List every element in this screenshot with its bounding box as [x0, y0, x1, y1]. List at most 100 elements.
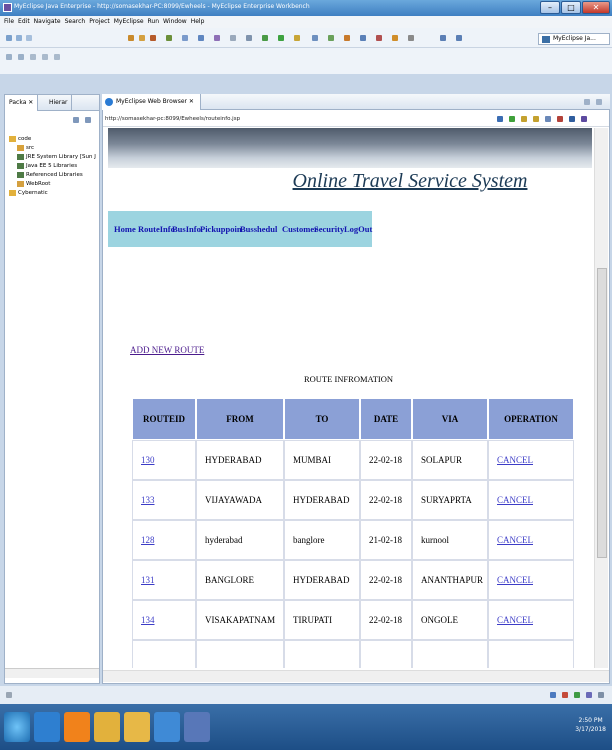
cancel-link[interactable]: CANCEL: [497, 615, 533, 625]
route-id-link[interactable]: 128: [141, 535, 155, 545]
route-id-link[interactable]: 134: [141, 615, 155, 625]
cancel-link[interactable]: CANCEL: [497, 455, 533, 465]
page-horizontal-scrollbar[interactable]: [103, 670, 609, 682]
browser-forward-icon[interactable]: [533, 116, 539, 122]
tree-node[interactable]: Java EE 5 Libraries: [5, 162, 99, 171]
tree-node[interactable]: src: [5, 144, 99, 153]
database-icon[interactable]: [214, 35, 220, 41]
status-tool-icon[interactable]: [550, 692, 556, 698]
menu-navigate[interactable]: Navigate: [34, 18, 61, 25]
cancel-link[interactable]: CANCEL: [497, 495, 533, 505]
new-class-icon[interactable]: [312, 35, 318, 41]
annotate-icon[interactable]: [392, 35, 398, 41]
next-annotation-icon[interactable]: [6, 54, 12, 60]
nav-pickuppoint[interactable]: Pickuppoin: [200, 224, 242, 234]
nav-busschedule[interactable]: Busshedul: [240, 224, 277, 234]
stop-icon[interactable]: [376, 35, 382, 41]
go-icon[interactable]: [509, 116, 515, 122]
perspective-switcher[interactable]: MyEclipse Ja...: [538, 33, 610, 45]
print-icon[interactable]: [26, 35, 32, 41]
status-progress-icon[interactable]: [598, 692, 604, 698]
stop-loading-icon[interactable]: [557, 116, 563, 122]
nav-forward-icon[interactable]: [54, 54, 60, 60]
cancel-link[interactable]: CANCEL: [497, 575, 533, 585]
start-button-icon[interactable]: [4, 712, 30, 742]
tree-node[interactable]: JRE System Library [Sun J: [5, 153, 99, 162]
nav-back-icon[interactable]: [42, 54, 48, 60]
menu-project[interactable]: Project: [89, 18, 110, 25]
build-icon[interactable]: [150, 35, 156, 41]
close-button[interactable]: ✕: [582, 1, 610, 14]
tree-node[interactable]: Cybernatic: [5, 189, 99, 198]
tab-web-browser[interactable]: MyEclipse Web Browser ✕: [102, 94, 201, 110]
refresh-icon[interactable]: [545, 116, 551, 122]
menu-myeclipse[interactable]: MyEclipse: [114, 18, 144, 25]
nav-routeinfo[interactable]: RouteInfo: [138, 224, 175, 234]
tree-node[interactable]: code: [5, 135, 99, 144]
menu-search[interactable]: Search: [65, 18, 86, 25]
system-clock[interactable]: 2:50 PM 3/17/2018: [575, 716, 606, 734]
new-icon[interactable]: [6, 35, 12, 41]
back-icon[interactable]: [456, 35, 462, 41]
browser-icon[interactable]: [198, 35, 204, 41]
status-mail-icon[interactable]: [586, 692, 592, 698]
external-tools-icon[interactable]: [294, 35, 300, 41]
collapse-all-icon[interactable]: [73, 117, 79, 123]
last-edit-icon[interactable]: [30, 54, 36, 60]
nav-logout[interactable]: LogOut: [344, 224, 372, 234]
pin-icon[interactable]: [408, 35, 414, 41]
media-icon[interactable]: [64, 712, 90, 742]
open-perspective-icon[interactable]: [360, 35, 366, 41]
server-icon[interactable]: [128, 35, 134, 41]
home-icon[interactable]: [569, 116, 575, 122]
route-id-link[interactable]: 133: [141, 495, 155, 505]
internet-explorer-icon[interactable]: [34, 712, 60, 742]
menu-run[interactable]: Run: [148, 18, 160, 25]
route-id-link[interactable]: 130: [141, 455, 155, 465]
menu-help[interactable]: Help: [191, 18, 205, 25]
tab-package-explorer[interactable]: Packa ✕: [5, 95, 39, 111]
tab-hierarchy[interactable]: Hierar: [45, 95, 73, 111]
maximize-button[interactable]: □: [561, 1, 581, 14]
left-horizontal-scrollbar[interactable]: [5, 668, 99, 678]
window-title-bar[interactable]: MyEclipse Java Enterprise - http://somas…: [0, 0, 612, 16]
status-db-icon[interactable]: [574, 692, 580, 698]
browser-settings-icon[interactable]: [581, 116, 587, 122]
run-icon[interactable]: [278, 35, 284, 41]
status-error-icon[interactable]: [562, 692, 568, 698]
browser-back-icon[interactable]: [521, 116, 527, 122]
search-icon[interactable]: [230, 35, 236, 41]
url-dropdown-icon[interactable]: [497, 116, 503, 122]
nav-customer[interactable]: Customer: [282, 224, 318, 234]
page-vertical-scrollbar[interactable]: [594, 128, 608, 668]
fast-view-icon[interactable]: [6, 692, 12, 698]
document-icon[interactable]: [154, 712, 180, 742]
new-package-icon[interactable]: [328, 35, 334, 41]
add-new-route-link[interactable]: ADD NEW ROUTE: [130, 345, 204, 355]
save-icon[interactable]: [16, 35, 22, 41]
route-id-link[interactable]: 131: [141, 575, 155, 585]
chrome-icon[interactable]: [94, 712, 120, 742]
open-type-icon[interactable]: [182, 35, 188, 41]
prev-annotation-icon[interactable]: [18, 54, 24, 60]
forward-icon[interactable]: [440, 35, 446, 41]
menu-edit[interactable]: Edit: [18, 18, 30, 25]
myeclipse-taskbar-icon[interactable]: [184, 712, 210, 742]
tree-node[interactable]: Referenced Libraries: [5, 171, 99, 180]
menu-file[interactable]: File: [4, 18, 14, 25]
tree-node[interactable]: WebRoot: [5, 180, 99, 189]
minimize-view-icon[interactable]: [584, 99, 590, 105]
explorer-folder-icon[interactable]: [124, 712, 150, 742]
menu-window[interactable]: Window: [163, 18, 187, 25]
nav-businfo[interactable]: BusInfo: [172, 224, 201, 234]
link-editor-icon[interactable]: [85, 117, 91, 123]
deploy-icon[interactable]: [139, 35, 145, 41]
wizard-icon[interactable]: [166, 35, 172, 41]
maximize-view-icon[interactable]: [596, 99, 602, 105]
cancel-link[interactable]: CANCEL: [497, 535, 533, 545]
scroll-thumb[interactable]: [597, 268, 607, 558]
url-input[interactable]: [105, 111, 485, 127]
new-web-icon[interactable]: [344, 35, 350, 41]
debug-icon[interactable]: [262, 35, 268, 41]
find-icon[interactable]: [246, 35, 252, 41]
